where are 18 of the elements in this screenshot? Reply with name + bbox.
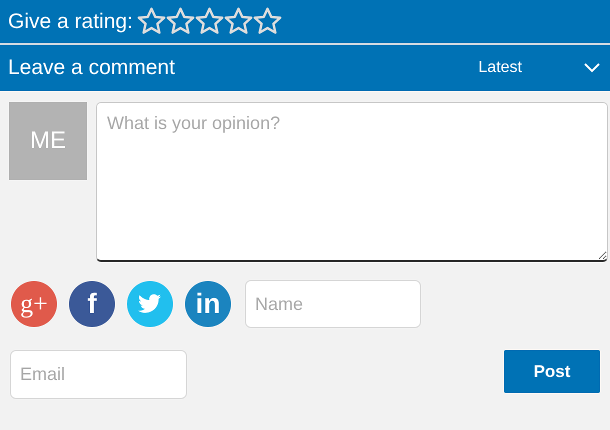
star-icon[interactable]: [194, 7, 224, 36]
star-icon[interactable]: [224, 7, 253, 36]
comment-field[interactable]: What is your opinion?: [96, 102, 608, 262]
avatar: ME: [9, 102, 87, 180]
twitter-icon[interactable]: [127, 281, 173, 327]
sort-dropdown[interactable]: Latest: [478, 59, 522, 77]
rating-label: Give a rating:: [8, 10, 133, 34]
comments-title: Leave a comment: [8, 56, 176, 80]
google-plus-icon[interactable]: g+: [11, 281, 57, 327]
chevron-down-icon[interactable]: [584, 63, 600, 73]
name-field[interactable]: Name: [245, 280, 421, 328]
post-button[interactable]: Post: [504, 350, 600, 393]
star-icon[interactable]: [166, 7, 195, 36]
star-icon[interactable]: [136, 7, 166, 36]
star-icon[interactable]: [252, 7, 282, 36]
email-field[interactable]: Email: [10, 350, 187, 399]
linkedin-icon[interactable]: in: [185, 281, 231, 327]
facebook-icon[interactable]: f: [69, 281, 115, 327]
